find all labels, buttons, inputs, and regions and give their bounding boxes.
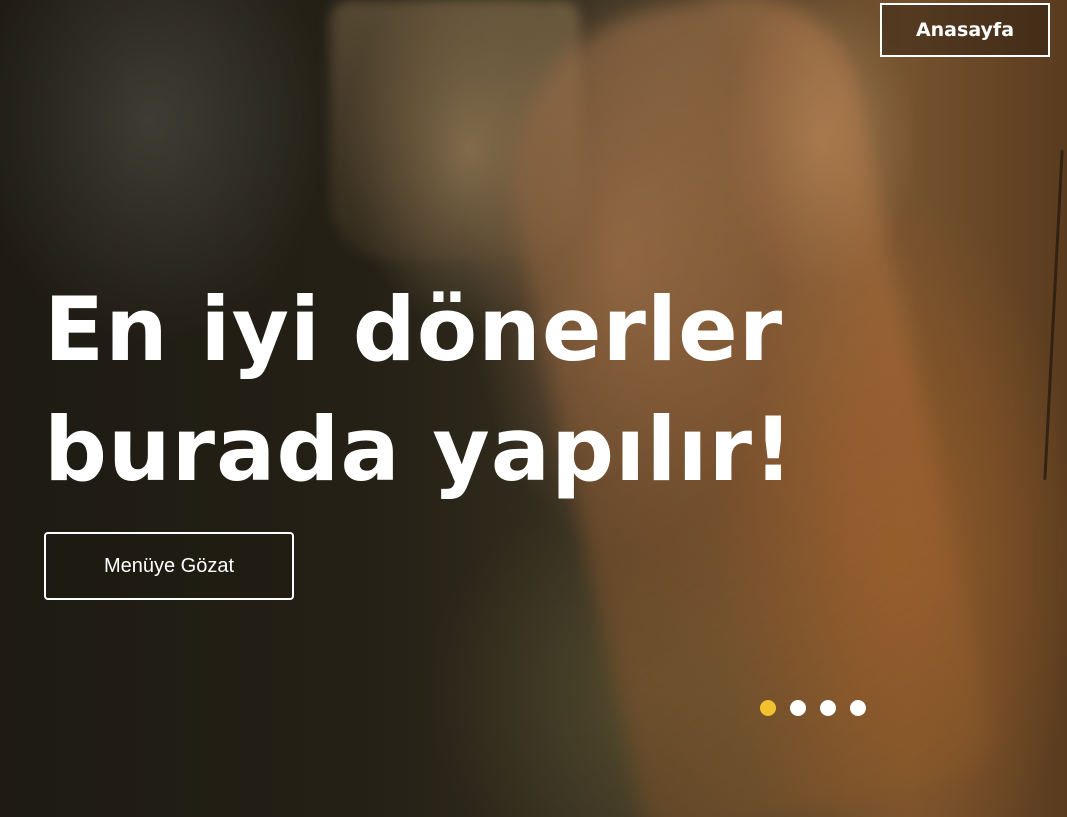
hero-section: Anasayfa En iyi dönerler burada yapılır!… — [0, 0, 1067, 817]
slider-dot-3[interactable] — [820, 700, 836, 716]
browse-menu-button[interactable]: Menüye Gözat — [44, 532, 294, 600]
slider-pagination — [760, 700, 866, 716]
hero-headline: En iyi dönerler burada yapılır! — [44, 278, 795, 501]
home-nav-button[interactable]: Anasayfa — [880, 3, 1050, 57]
slider-dot-2[interactable] — [790, 700, 806, 716]
slider-dot-1[interactable] — [760, 700, 776, 716]
slider-dot-4[interactable] — [850, 700, 866, 716]
